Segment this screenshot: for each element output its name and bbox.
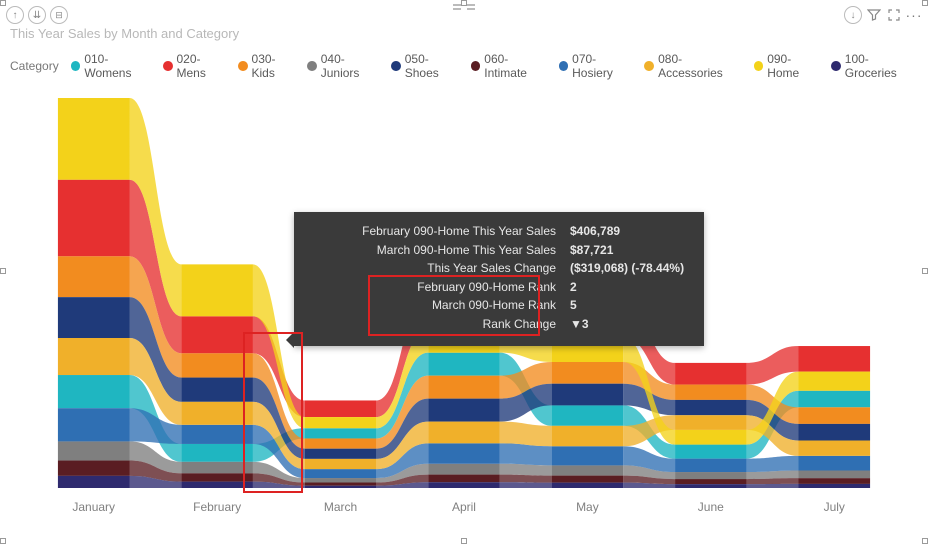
x-axis-tick: February — [155, 500, 278, 514]
legend-item[interactable]: 040-Juniors — [307, 52, 381, 80]
legend-item[interactable]: 020-Mens — [163, 52, 228, 80]
x-axis-tick: July — [773, 500, 896, 514]
x-axis-tick: June — [649, 500, 772, 514]
legend-item[interactable]: 060-Intimate — [471, 52, 549, 80]
swatch-icon — [71, 61, 81, 71]
legend-item[interactable]: 030-Kids — [238, 52, 297, 80]
legend-item[interactable]: 050-Shoes — [391, 52, 461, 80]
legend-item[interactable]: 080-Accessories — [644, 52, 743, 80]
swatch-icon — [238, 61, 248, 71]
swatch-icon — [559, 61, 569, 71]
expand-hierarchy-button[interactable]: ⊟ — [50, 6, 68, 24]
legend-item[interactable]: 070-Hosiery — [559, 52, 635, 80]
x-axis-tick: January — [32, 500, 155, 514]
swatch-icon — [831, 61, 841, 71]
swatch-icon — [471, 61, 481, 71]
focus-mode-button[interactable] — [886, 7, 902, 23]
swatch-icon — [391, 61, 401, 71]
drill-up-button[interactable]: ↑ — [6, 6, 24, 24]
tooltip: February 090-Home This Year Sales$406,78… — [294, 212, 704, 346]
legend-item[interactable]: 010-Womens — [71, 52, 153, 80]
export-button[interactable]: ↓ — [844, 6, 862, 24]
filter-icon[interactable] — [866, 7, 882, 23]
legend-item[interactable]: 100-Groceries — [831, 52, 918, 80]
legend-item[interactable]: 090-Home — [754, 52, 822, 80]
swatch-icon — [644, 61, 654, 71]
drag-grip-icon[interactable] — [453, 4, 475, 10]
x-axis: JanuaryFebruaryMarchAprilMayJuneJuly — [32, 500, 896, 514]
x-axis-tick: March — [279, 500, 402, 514]
more-options-button[interactable]: ··· — [906, 7, 922, 23]
x-axis-tick: May — [526, 500, 649, 514]
legend-label: Category — [10, 59, 59, 73]
swatch-icon — [754, 61, 764, 71]
drill-down-all-button[interactable]: ⇊ — [28, 6, 46, 24]
chart-title: This Year Sales by Month and Category — [10, 26, 239, 41]
swatch-icon — [307, 61, 317, 71]
legend: Category 010-Womens 020-Mens 030-Kids 04… — [10, 52, 918, 80]
swatch-icon — [163, 61, 173, 71]
x-axis-tick: April — [402, 500, 525, 514]
